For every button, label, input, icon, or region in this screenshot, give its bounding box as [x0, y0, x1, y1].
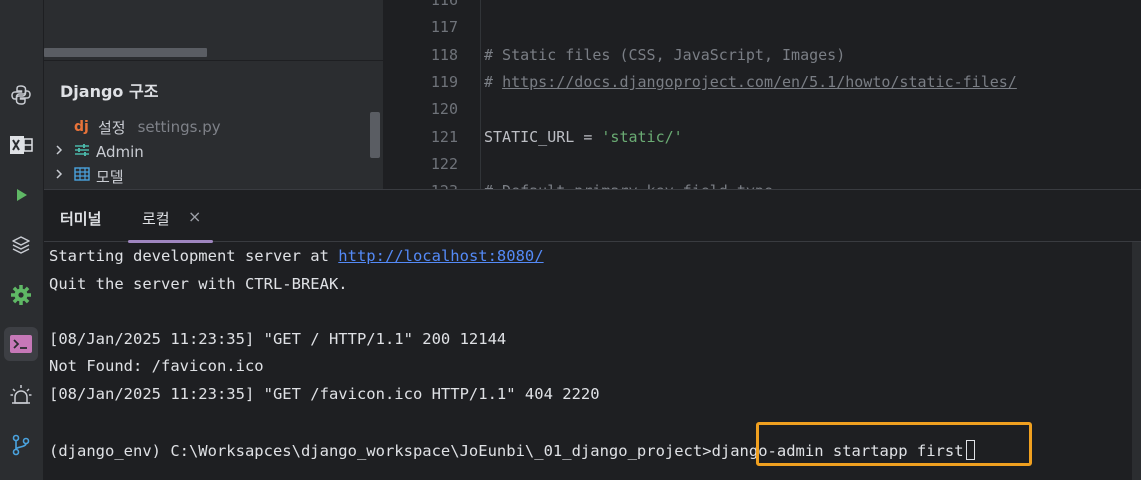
terminal-line: [08/Jan/2025 11:23:35] "GET /favicon.ico…: [49, 385, 600, 403]
activity-bar: [0, 0, 44, 480]
structure-panel: Django 구조 dj 설정 settings.py Admin 모델: [44, 0, 383, 189]
terminal-line: Not Found: /favicon.ico: [49, 357, 264, 375]
line-number: 116: [430, 0, 458, 9]
code-editor[interactable]: 116 117 118 119 120 121 122 123 # Static…: [384, 0, 1141, 200]
run-icon[interactable]: [4, 178, 38, 212]
python-icon[interactable]: [4, 78, 38, 112]
settings-gear-icon[interactable]: [4, 278, 38, 312]
active-tab-underline: [128, 240, 213, 243]
line-number: 122: [430, 155, 458, 173]
structure-item-label: 설정: [98, 118, 126, 137]
code-text: STATIC_URL =: [484, 128, 602, 146]
docs-link[interactable]: https://docs.djangoproject.com/en/5.1/ho…: [502, 73, 1017, 91]
code-comment: # Static files (CSS, JavaScript, Images): [484, 46, 846, 64]
terminal-line: Quit the server with CTRL-BREAK.: [49, 275, 348, 293]
structure-item-admin[interactable]: Admin: [52, 141, 144, 163]
terminal-line: [08/Jan/2025 11:23:35] "GET / HTTP/1.1" …: [49, 330, 507, 348]
terminal-text: Starting development server at: [49, 247, 339, 265]
line-number: 121: [430, 128, 458, 146]
structure-item-models[interactable]: 모델: [52, 165, 124, 187]
line-number: 118: [430, 46, 458, 64]
table-grid-icon: [74, 167, 92, 185]
close-icon[interactable]: ×: [188, 207, 201, 226]
chevron-right-icon[interactable]: [52, 168, 66, 184]
layers-icon[interactable]: [4, 228, 38, 262]
structure-title: Django 구조: [60, 82, 159, 101]
structure-item-label: Admin: [96, 143, 144, 161]
terminal-scrollbar[interactable]: [1132, 242, 1141, 480]
gutter-divider: [480, 0, 481, 189]
horizontal-scrollbar[interactable]: [44, 48, 207, 57]
chevron-right-icon[interactable]: [52, 144, 66, 160]
highlight-box: [756, 422, 1032, 466]
comment-prefix: #: [484, 73, 503, 91]
django-icon: dj: [74, 119, 89, 135]
structure-item-detail: settings.py: [137, 118, 221, 136]
excel-icon[interactable]: [4, 128, 38, 162]
terminal-line: Starting development server at http://lo…: [49, 247, 544, 265]
terminal-icon[interactable]: [4, 327, 38, 361]
terminal-panel: 터미널 로컬 × Starting development server at …: [44, 190, 1141, 480]
line-number: 119: [430, 73, 458, 91]
terminal-prompt: (django_env) C:\Worksapces\django_worksp…: [49, 442, 712, 460]
divider: [44, 60, 383, 61]
line-number: 120: [430, 100, 458, 118]
tab-label: 로컬: [142, 210, 170, 228]
admin-settings-icon: [74, 143, 92, 161]
code-line-121: STATIC_URL = 'static/': [484, 128, 683, 146]
vertical-scrollbar[interactable]: [370, 112, 380, 158]
line-number: 117: [430, 18, 458, 36]
terminal-title: 터미널: [60, 210, 102, 228]
server-link[interactable]: http://localhost:8080/: [338, 247, 543, 265]
git-branch-icon[interactable]: [4, 428, 38, 462]
code-string: 'static/': [601, 128, 683, 146]
code-line-119: # https://docs.djangoproject.com/en/5.1/…: [484, 73, 1017, 91]
structure-item-label: 모델: [96, 167, 124, 186]
line-gutter: 116 117 118 119 120 121 122 123: [384, 0, 480, 200]
structure-item-settings[interactable]: dj 설정 settings.py: [74, 116, 221, 138]
alarm-icon[interactable]: [4, 378, 38, 412]
tab-local[interactable]: 로컬 ×: [128, 190, 213, 243]
terminal-tab-bar: 터미널 로컬 ×: [44, 190, 1141, 243]
